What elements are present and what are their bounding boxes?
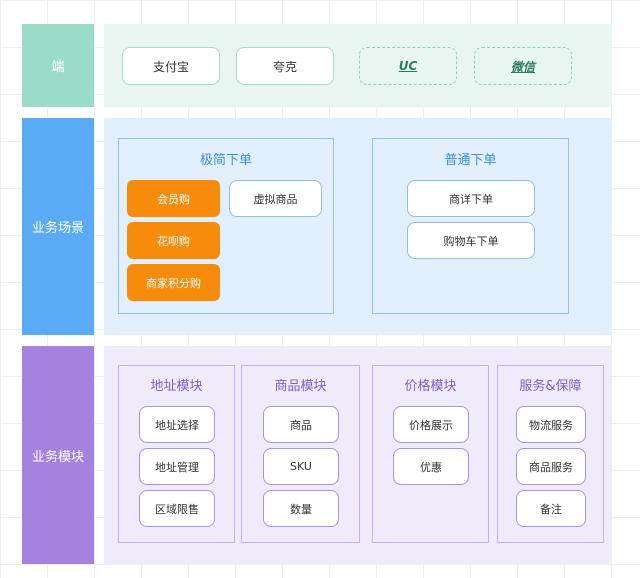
group-minimal-order: 极简下单 会员购 花呗购 商家积分购 虚拟商品 bbox=[118, 138, 334, 314]
row-label-module-text: 业务模块 bbox=[31, 449, 84, 465]
module-item-address-manage-label: 地址管理 bbox=[155, 460, 199, 474]
row-label-terminal-text: 端 bbox=[51, 60, 65, 75]
module-item-sku[interactable]: SKU bbox=[263, 448, 339, 485]
group-address-title: 地址模块 bbox=[150, 379, 203, 394]
scenario-item-merchant-points-label: 商家积分购 bbox=[146, 276, 201, 290]
terminal-wechat[interactable]: 微信 bbox=[474, 47, 572, 85]
row-label-scenario: 业务场景 bbox=[22, 118, 94, 335]
module-item-discount-label: 优惠 bbox=[420, 460, 442, 474]
module-item-discount[interactable]: 优惠 bbox=[393, 448, 469, 485]
terminal-alipay[interactable]: 支付宝 bbox=[122, 47, 220, 85]
group-minimal-order-title: 极简下单 bbox=[199, 153, 252, 168]
module-item-address-manage[interactable]: 地址管理 bbox=[139, 448, 215, 485]
scenario-item-virtual-goods[interactable]: 虚拟商品 bbox=[229, 180, 322, 217]
group-address: 地址模块 地址选择 地址管理 区域限售 bbox=[118, 365, 235, 543]
terminal-uc-label: UC bbox=[398, 59, 418, 73]
terminal-panel: 支付宝 夸克 UC 微信 bbox=[104, 24, 612, 107]
terminal-wechat-label: 微信 bbox=[510, 59, 535, 74]
scenario-item-member[interactable]: 会员购 bbox=[127, 180, 220, 217]
scenario-item-huabei[interactable]: 花呗购 bbox=[127, 222, 220, 259]
scenario-item-cart-order-label: 购物车下单 bbox=[443, 234, 499, 248]
group-service-title: 服务&保障 bbox=[519, 379, 582, 394]
module-item-region-restrict[interactable]: 区域限售 bbox=[139, 490, 215, 527]
row-label-terminal: 端 bbox=[22, 24, 94, 107]
module-item-address-select[interactable]: 地址选择 bbox=[139, 406, 215, 443]
scenario-item-member-label: 会员购 bbox=[157, 192, 190, 206]
group-price-title: 价格模块 bbox=[404, 379, 457, 394]
module-item-remark-label: 备注 bbox=[540, 502, 562, 516]
module-item-logistics[interactable]: 物流服务 bbox=[516, 406, 586, 443]
module-item-region-restrict-label: 区域限售 bbox=[155, 502, 199, 516]
terminal-alipay-label: 支付宝 bbox=[152, 59, 189, 74]
group-price: 价格模块 价格展示 优惠 bbox=[372, 365, 489, 543]
module-item-quantity[interactable]: 数量 bbox=[263, 490, 339, 527]
module-item-price-display[interactable]: 价格展示 bbox=[393, 406, 469, 443]
module-item-product-service-label: 商品服务 bbox=[529, 460, 573, 474]
scenario-item-huabei-label: 花呗购 bbox=[157, 234, 190, 248]
row-label-scenario-text: 业务场景 bbox=[31, 221, 84, 236]
module-item-price-display-label: 价格展示 bbox=[409, 418, 453, 432]
scenario-item-detail-order-label: 商详下单 bbox=[449, 192, 493, 206]
group-normal-order: 普通下单 商详下单 购物车下单 bbox=[372, 138, 569, 314]
scenario-item-detail-order[interactable]: 商详下单 bbox=[407, 180, 535, 217]
terminal-quark-label: 夸克 bbox=[272, 59, 297, 74]
module-item-logistics-label: 物流服务 bbox=[529, 418, 573, 432]
row-label-module: 业务模块 bbox=[22, 346, 94, 564]
scenario-item-virtual-goods-label: 虚拟商品 bbox=[253, 192, 298, 206]
module-item-remark[interactable]: 备注 bbox=[516, 490, 586, 527]
terminal-uc[interactable]: UC bbox=[359, 47, 457, 85]
module-item-product[interactable]: 商品 bbox=[263, 406, 339, 443]
group-normal-order-title: 普通下单 bbox=[444, 153, 497, 168]
group-product: 商品模块 商品 SKU 数量 bbox=[241, 365, 360, 543]
module-item-sku-label: SKU bbox=[290, 460, 312, 473]
scenario-item-cart-order[interactable]: 购物车下单 bbox=[407, 222, 535, 259]
scenario-panel: 极简下单 会员购 花呗购 商家积分购 虚拟商品 普通下单 商详下单 购物车下单 bbox=[104, 118, 612, 335]
scenario-item-merchant-points[interactable]: 商家积分购 bbox=[127, 264, 220, 301]
group-product-title: 商品模块 bbox=[274, 379, 327, 394]
module-item-address-select-label: 地址选择 bbox=[155, 418, 199, 432]
module-item-product-service[interactable]: 商品服务 bbox=[516, 448, 586, 485]
module-item-product-label: 商品 bbox=[290, 418, 312, 432]
module-item-quantity-label: 数量 bbox=[290, 502, 312, 516]
module-panel: 地址模块 地址选择 地址管理 区域限售 商品模块 商品 SKU 数量 价格模块 … bbox=[104, 346, 612, 564]
terminal-quark[interactable]: 夸克 bbox=[236, 47, 334, 85]
group-service: 服务&保障 物流服务 商品服务 备注 bbox=[497, 365, 604, 543]
